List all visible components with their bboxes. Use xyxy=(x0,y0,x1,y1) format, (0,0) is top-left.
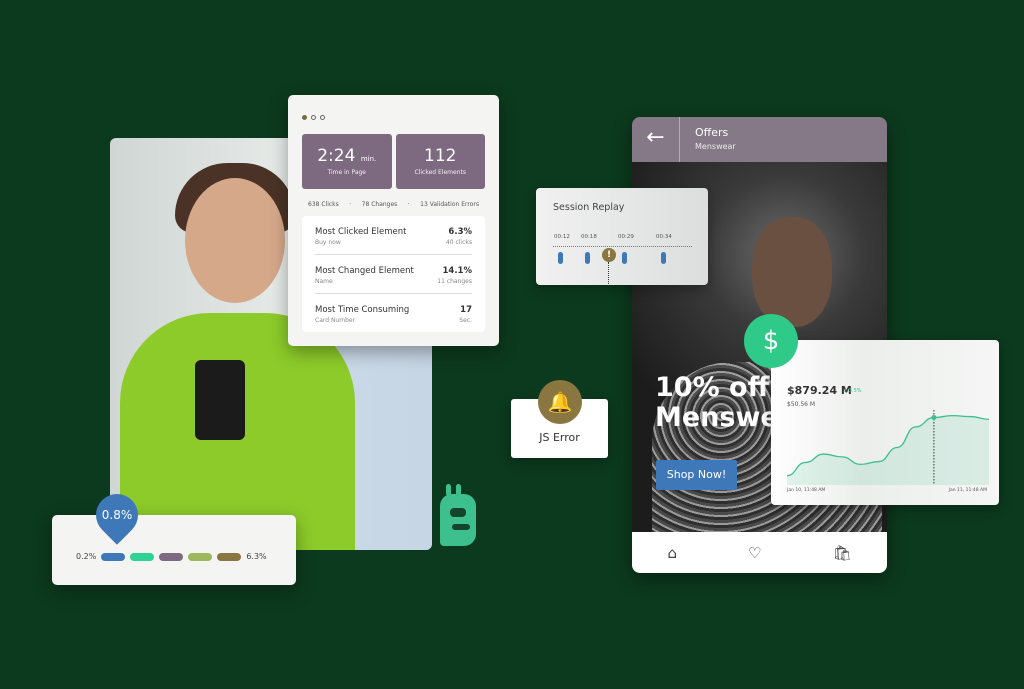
header-subtitle: Menswear xyxy=(695,142,736,151)
session-replay-title: Session Replay xyxy=(553,202,625,213)
clicked-tile: 112 Clicked Elements xyxy=(395,134,485,189)
playhead-line xyxy=(608,262,609,286)
row-title: Most Changed Element xyxy=(315,266,414,276)
scale-row: 0.2% 6.3% xyxy=(76,552,267,561)
x-label-start: Jan 10, 11:48 AM xyxy=(787,488,826,493)
header-title: Offers xyxy=(695,126,729,139)
scale-pill xyxy=(101,552,126,561)
scale-max: 6.3% xyxy=(246,552,267,561)
row-sub: Name xyxy=(315,278,333,285)
scale-card xyxy=(52,515,296,585)
row-value-sub: 40 clicks xyxy=(445,239,472,246)
revenue-change: 3.5% xyxy=(848,388,862,394)
row-sub: Card Number xyxy=(315,317,356,324)
timestamp: 00:34 xyxy=(656,234,672,240)
row-title: Most Time Consuming xyxy=(315,305,410,315)
scale-pill xyxy=(217,552,242,561)
event-marker[interactable] xyxy=(622,252,627,264)
back-arrow-icon[interactable]: ← xyxy=(632,117,680,162)
event-marker[interactable] xyxy=(585,252,590,264)
scale-pill xyxy=(188,552,213,561)
scale-pill xyxy=(130,552,155,561)
row-value: 6.3% xyxy=(448,227,472,237)
js-error-label: JS Error xyxy=(539,431,580,444)
revenue-chart xyxy=(787,410,989,485)
event-marker[interactable] xyxy=(661,252,666,264)
row-sub: Buy now xyxy=(315,239,341,246)
x-label-end: Jan 11, 11:48 AM xyxy=(948,488,987,493)
list-item: Most Changed Element Name 14.1% 11 changes xyxy=(315,255,472,294)
row-value-sub: Sec. xyxy=(459,317,472,324)
row-value-sub: 11 changes xyxy=(437,278,472,285)
timestamp: 00:18 xyxy=(581,234,597,240)
robot-logo-icon xyxy=(440,484,476,546)
time-value: 2:24 xyxy=(317,146,356,166)
revenue-card: $879.24 M ↗ 3.5% $50.56 M Jan 10, 11:48 … xyxy=(771,340,999,505)
row-title: Most Clicked Element xyxy=(315,227,407,237)
trend-up-icon: ↗ xyxy=(843,388,848,394)
clicks-count: 638 Clicks xyxy=(308,201,339,208)
dollar-icon: $ xyxy=(744,314,798,368)
time-unit: min. xyxy=(360,155,377,163)
clicked-label: Clicked Elements xyxy=(414,169,466,176)
bell-icon: 🔔 xyxy=(538,380,582,424)
heart-icon[interactable]: ♡ xyxy=(748,544,761,562)
exclamation-icon[interactable]: ! xyxy=(602,248,616,262)
promo-text: 10% off Menswe xyxy=(655,372,779,433)
shop-now-button[interactable]: Shop Now! xyxy=(656,460,737,490)
chart-highlight-point[interactable] xyxy=(931,415,937,420)
timestamp: 00:29 xyxy=(618,234,634,240)
changes-count: 78 Changes xyxy=(361,201,398,208)
home-icon[interactable]: ⌂ xyxy=(667,544,677,562)
scale-pill xyxy=(159,552,184,561)
scale-min: 0.2% xyxy=(76,552,97,561)
row-value: 17 xyxy=(460,305,472,315)
bag-icon[interactable]: 🛍 xyxy=(832,544,851,562)
chart-area xyxy=(787,415,989,485)
window-dots xyxy=(302,105,485,124)
phone-header: ← Offers Menswear xyxy=(632,117,887,162)
time-tile: 2:24 min. Time in Page xyxy=(302,134,392,189)
bottom-nav: ⌂ ♡ 🛍 xyxy=(632,532,887,573)
time-label: Time in Page xyxy=(327,169,367,176)
clicked-value: 112 xyxy=(424,146,457,166)
pin-value: 0.8% xyxy=(101,508,133,522)
timestamp: 00:12 xyxy=(554,234,570,240)
revenue-sub-value: $50.56 M xyxy=(787,401,816,408)
stats-card: 2:24 min. Time in Page 112 Clicked Eleme… xyxy=(288,95,499,346)
errors-count: 13 Validation Errors xyxy=(420,201,479,208)
list-item: Most Clicked Element Buy now 6.3% 40 clicks xyxy=(315,216,472,255)
timeline xyxy=(553,246,692,247)
list-item: Most Time Consuming Card Number 17 Sec. xyxy=(315,294,472,332)
session-replay-card: Session Replay 00:12 00:18 00:29 00:34 xyxy=(536,188,708,285)
row-value: 14.1% xyxy=(442,266,473,276)
event-marker[interactable] xyxy=(558,252,563,264)
